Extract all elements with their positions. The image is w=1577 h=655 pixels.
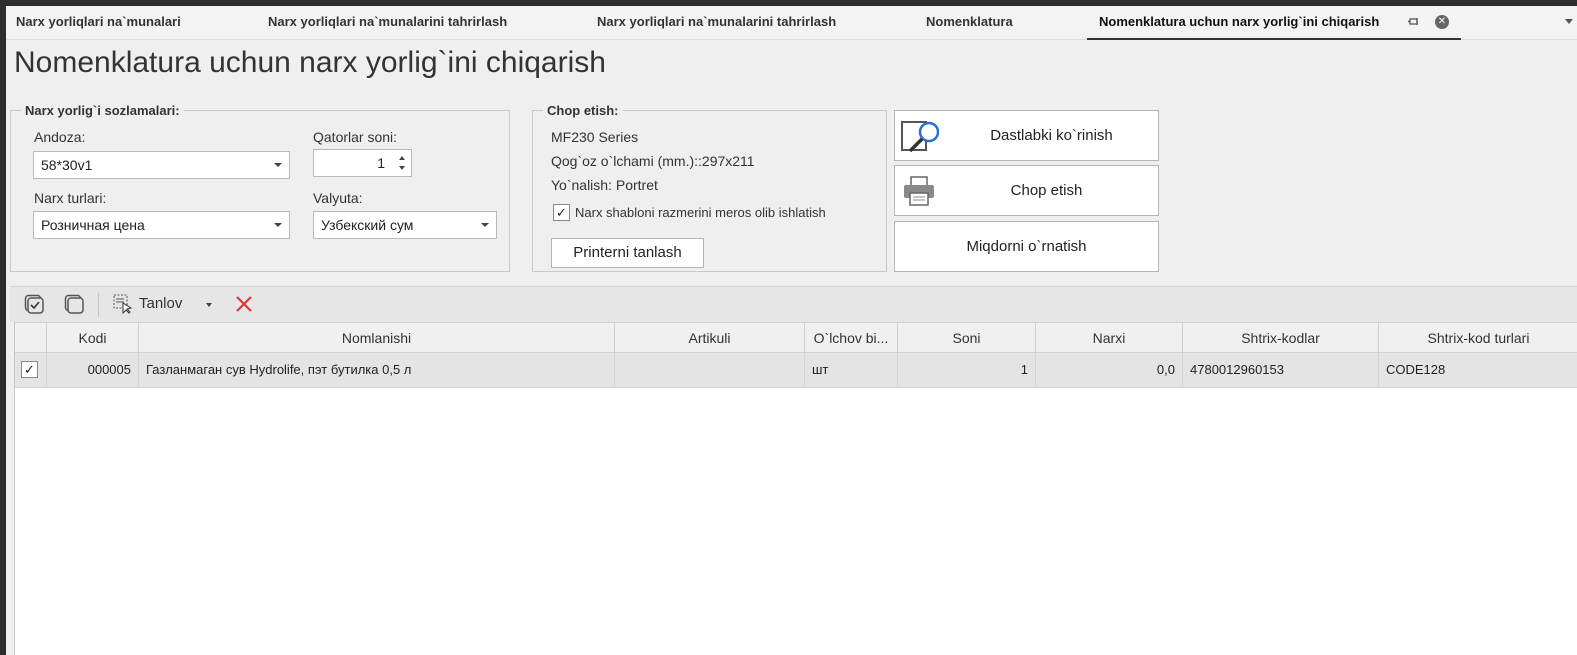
dropdown-arrow-icon[interactable]	[274, 223, 282, 227]
tab-bar: Narx yorliqlari na`munalari Narx yorliql…	[6, 6, 1577, 40]
dropdown-arrow-icon[interactable]	[274, 163, 282, 167]
tab-print-price-labels-label: Nomenklatura uchun narx yorlig`ini chiqa…	[1099, 14, 1380, 29]
column-header-name[interactable]: Nomlanishi	[139, 323, 615, 353]
table-row[interactable]: ✓ 000005 Газланмаган сув Hydrolife, пэт …	[15, 353, 1577, 388]
print-button[interactable]: Chop etish	[894, 165, 1159, 216]
cell-quantity: 1	[898, 353, 1036, 387]
cell-article	[615, 353, 805, 387]
uncheck-all-icon[interactable]	[64, 294, 84, 314]
settings-group-legend: Narx yorlig`i sozlamalari:	[21, 103, 184, 118]
print-group: Chop etish: MF230 Series Qog`oz o`lchami…	[532, 103, 887, 272]
orientation: Yo`nalish: Portret	[551, 177, 658, 193]
tab-price-label-templates[interactable]: Narx yorliqlari na`munalari	[16, 6, 181, 40]
price-types-combo[interactable]: Розничная цена	[33, 211, 290, 239]
column-header-barcodes[interactable]: Shtrix-kodlar	[1183, 323, 1379, 353]
cell-name: Газланмаган сув Hydrolife, пэт бутилка 0…	[139, 353, 615, 387]
select-dropdown-label[interactable]: Tanlov	[139, 295, 182, 312]
tab-nomenclature[interactable]: Nomenklatura	[926, 6, 1013, 40]
printer-icon	[903, 176, 935, 226]
currency-label: Valyuta:	[313, 190, 363, 206]
rows-count-label: Qatorlar soni:	[313, 129, 398, 145]
template-combo[interactable]: 58*30v1	[33, 151, 290, 179]
printer-name: MF230 Series	[551, 129, 639, 145]
print-group-legend: Chop etish:	[543, 103, 623, 118]
print-button-label: Chop etish	[1010, 182, 1083, 199]
set-quantity-button[interactable]: Miqdorni o`rnatish	[894, 221, 1159, 272]
column-header-unit[interactable]: O`lchov bi...	[805, 323, 898, 353]
template-label: Andoza:	[34, 129, 86, 145]
currency-value: Узбекский сум	[321, 217, 414, 233]
grid-header: Kodi Nomlanishi Artikuli O`lchov bi... S…	[15, 322, 1577, 353]
cell-unit: шт	[805, 353, 898, 387]
inherit-size-checkbox[interactable]: ✓	[553, 204, 570, 221]
paper-size: Qog`oz o`lchami (mm.)::297x211	[551, 153, 755, 169]
tab-print-price-labels[interactable]: Nomenklatura uchun narx yorlig`ini chiqa…	[1087, 6, 1461, 40]
settings-group: Narx yorlig`i sozlamalari: Andoza: 58*30…	[10, 103, 510, 272]
price-types-value: Розничная цена	[41, 217, 145, 233]
tab-edit-price-label-templates[interactable]: Narx yorliqlari na`munalarini tahrirlash	[268, 6, 507, 40]
inherit-size-label: Narx shabloni razmerini meros olib ishla…	[575, 205, 826, 220]
column-header-barcode-types[interactable]: Shtrix-kod turlari	[1379, 323, 1577, 353]
toolbar-separator	[98, 293, 99, 317]
tab-edit-price-label-templates-2[interactable]: Narx yorliqlari na`munalarini tahrirlash	[597, 6, 836, 40]
row-check-cell: ✓	[15, 353, 47, 387]
cell-barcode-type: CODE128	[1386, 362, 1446, 377]
chevron-down-icon[interactable]	[1565, 19, 1573, 24]
dropdown-arrow-icon[interactable]	[481, 223, 489, 227]
chevron-down-icon[interactable]	[206, 303, 212, 307]
column-header-price[interactable]: Narxi	[1036, 323, 1183, 353]
spin-up-icon[interactable]	[399, 156, 405, 160]
select-printer-button[interactable]: Printerni tanlash	[551, 238, 704, 268]
grid-toolbar: Tanlov	[10, 286, 1577, 322]
page-title: Nomenklatura uchun narx yorlig`ini chiqa…	[14, 46, 606, 79]
rows-count-value: 1	[377, 155, 385, 171]
template-value: 58*30v1	[41, 157, 93, 173]
column-header-code[interactable]: Kodi	[47, 323, 139, 353]
preview-button[interactable]: Dastlabki ko`rinish	[894, 110, 1159, 161]
cell-price: 0,0	[1036, 353, 1183, 387]
column-header-quantity[interactable]: Soni	[898, 323, 1036, 353]
price-types-label: Narx turlari:	[34, 190, 107, 206]
preview-button-label: Dastlabki ko`rinish	[990, 127, 1113, 144]
cell-code: 000005	[47, 353, 139, 387]
check-all-icon[interactable]	[24, 294, 44, 314]
items-grid: Kodi Nomlanishi Artikuli O`lchov bi... S…	[14, 322, 1577, 655]
delete-icon[interactable]	[234, 294, 254, 314]
select-icon[interactable]	[113, 294, 133, 315]
close-icon[interactable]: ✕	[1435, 15, 1449, 29]
column-header-article[interactable]: Artikuli	[615, 323, 805, 353]
pin-icon[interactable]	[1407, 15, 1421, 29]
spin-down-icon[interactable]	[399, 166, 405, 170]
column-header-check[interactable]	[15, 323, 47, 353]
main-panel: Narx yorliqlari na`munalari Narx yorliql…	[6, 6, 1577, 655]
cell-barcode: 4780012960153	[1183, 353, 1379, 387]
currency-combo[interactable]: Узбекский сум	[313, 211, 497, 239]
row-checkbox[interactable]: ✓	[21, 361, 38, 378]
rows-count-stepper[interactable]: 1	[313, 149, 412, 177]
